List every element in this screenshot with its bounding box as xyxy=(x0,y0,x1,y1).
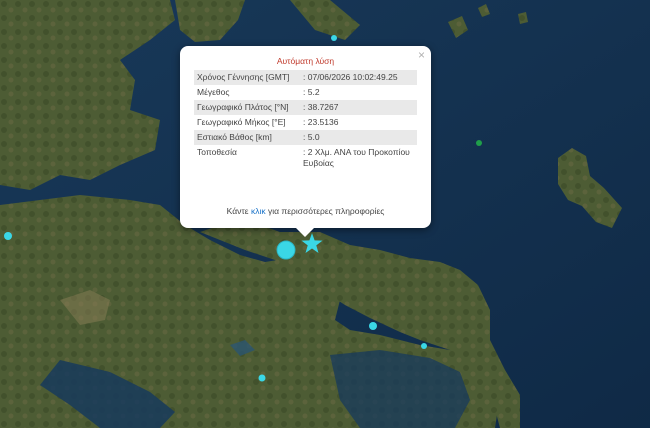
minor-quake-marker[interactable] xyxy=(258,374,266,382)
map[interactable]: × Αυτόματη λύση Χρόνος Γέννησης [GMT] : … xyxy=(0,0,650,428)
minor-quake-marker[interactable] xyxy=(421,343,427,349)
row-value: : 5.2 xyxy=(303,87,320,97)
row-key: Μέγεθος xyxy=(197,87,230,97)
table-row: Γεωγραφικό Μήκος [°E] : 23.5136 xyxy=(194,115,417,130)
minor-quake-marker[interactable] xyxy=(369,322,377,330)
row-key: Γεωγραφικό Πλάτος [°N] xyxy=(194,100,300,115)
quake-circle-large[interactable] xyxy=(276,240,296,260)
footer-text-after: για περισσότερες πληροφορίες xyxy=(267,206,385,216)
earthquake-details-table: Χρόνος Γέννησης [GMT] : 07/06/2026 10:02… xyxy=(194,70,417,171)
popup-title: Αυτόματη λύση xyxy=(276,56,335,66)
row-key: Χρόνος Γέννησης [GMT] xyxy=(194,70,300,85)
row-key: Γεωγραφικό Μήκος [°E] xyxy=(197,117,286,127)
minor-quake-marker[interactable] xyxy=(4,232,12,240)
table-row: Χρόνος Γέννησης [GMT] : 07/06/2026 10:02… xyxy=(194,70,417,85)
earthquake-info-popup: × Αυτόματη λύση Χρόνος Γέννησης [GMT] : … xyxy=(180,46,431,237)
table-row: Γεωγραφικό Πλάτος [°N] : 38.7267 xyxy=(194,100,417,115)
row-key: Εστιακό Βάθος [km] xyxy=(194,130,300,145)
table-row: Μέγεθος : 5.2 xyxy=(194,85,417,100)
more-info-link[interactable]: κλικ xyxy=(251,206,266,216)
row-key: Τοποθεσία xyxy=(197,147,237,157)
row-value: : 07/06/2026 10:02:49.25 xyxy=(300,70,417,85)
row-value: : 23.5136 xyxy=(303,117,339,127)
table-row: Τοποθεσία : 2 Χλμ. ΑΝΑ του Προκοπίου Ευβ… xyxy=(194,145,417,171)
footer-text-before: Κάντε xyxy=(226,206,249,216)
minor-quake-marker[interactable] xyxy=(476,140,482,146)
table-row: Εστιακό Βάθος [km] : 5.0 xyxy=(194,130,417,145)
minor-quake-marker[interactable] xyxy=(331,35,337,41)
popup-footer: Κάντε κλικ για περισσότερες πληροφορίες xyxy=(180,206,431,216)
row-value: : 2 Χλμ. ΑΝΑ του Προκοπίου Ευβοίας xyxy=(303,147,410,168)
row-value: : 5.0 xyxy=(300,130,417,145)
row-value: : 38.7267 xyxy=(300,100,417,115)
